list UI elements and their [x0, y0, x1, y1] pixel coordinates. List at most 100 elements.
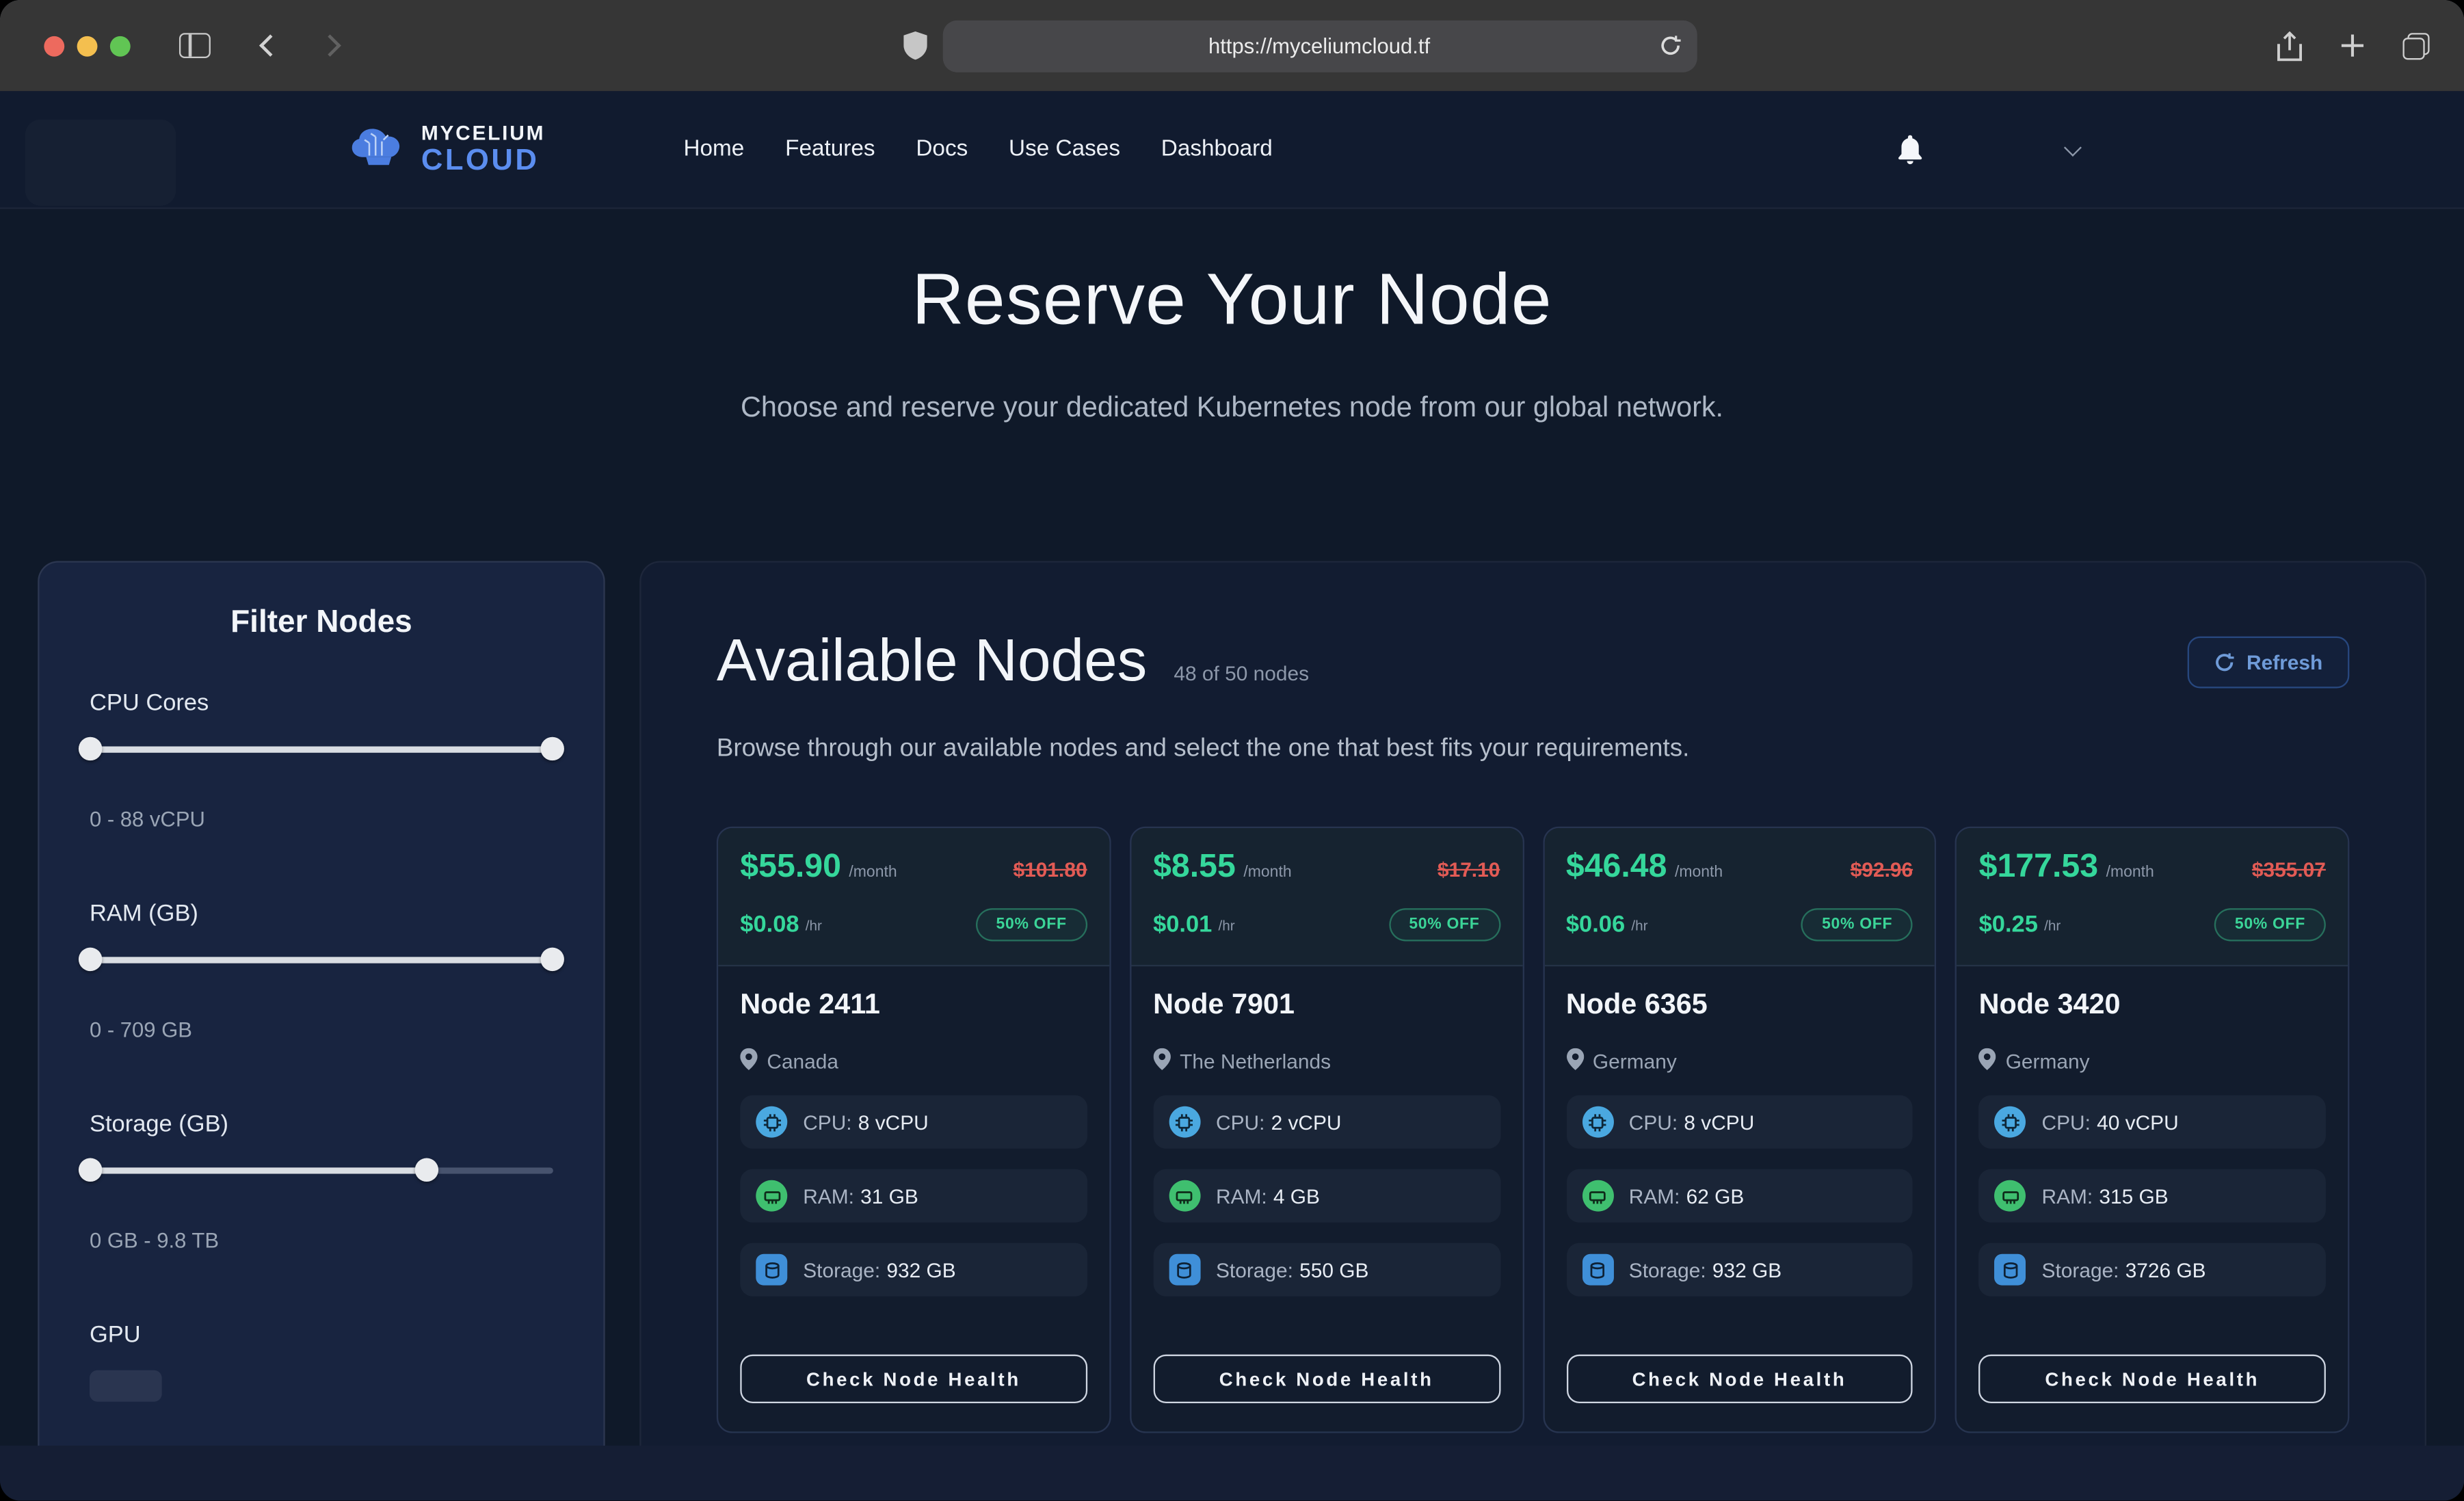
ram-value: 4 GB: [1273, 1184, 1320, 1207]
card-pricing-header: $46.48 /month $92.96 $0.06 /hr 50% OFF: [1544, 828, 1935, 966]
discount-badge: 50% OFF: [1801, 908, 1913, 941]
monthly-price: $177.53: [1979, 849, 2098, 886]
nav-link[interactable]: Home: [683, 137, 744, 162]
nav-link[interactable]: Use Cases: [1009, 137, 1120, 162]
storage-icon: [1582, 1254, 1613, 1286]
slider-track-active[interactable]: [90, 1167, 428, 1173]
check-node-health-button[interactable]: Check Node Health: [1153, 1355, 1500, 1403]
close-window-button[interactable]: [44, 36, 64, 56]
hourly-price-unit: /hr: [2044, 917, 2061, 933]
check-node-health-button[interactable]: Check Node Health: [1979, 1355, 2326, 1403]
ram-label: RAM:: [2042, 1184, 2093, 1207]
shield-icon[interactable]: [903, 31, 926, 59]
hourly-price-unit: /hr: [806, 917, 822, 933]
share-icon[interactable]: [2277, 31, 2303, 61]
sidebar-toggle-icon[interactable]: [179, 33, 211, 58]
logo[interactable]: MYCELIUM CLOUD: [350, 122, 545, 176]
location-label: The Netherlands: [1180, 1050, 1331, 1073]
range-slider[interactable]: [90, 1158, 553, 1184]
node-location: Germany: [1566, 1048, 1913, 1075]
storage-value: 932 GB: [1712, 1258, 1781, 1281]
monthly-price-unit: /month: [849, 864, 897, 881]
card-pricing-header: $8.55 /month $17.10 $0.01 /hr 50% OFF: [1131, 828, 1522, 966]
node-card[interactable]: $177.53 /month $355.07 $0.25 /hr 50% OFF: [1955, 827, 2349, 1433]
slider-handle-min[interactable]: [79, 737, 102, 760]
node-card[interactable]: $55.90 /month $101.80 $0.08 /hr 50% OFF: [717, 827, 1111, 1433]
filter-range-text: 0 - 709 GB: [90, 1018, 553, 1041]
storage-label: Storage:: [1216, 1258, 1293, 1281]
hourly-price: $0.06: [1566, 912, 1625, 938]
forward-button[interactable]: [319, 34, 341, 56]
monthly-price-unit: /month: [2106, 864, 2154, 881]
cpu-spec-text: CPU:40 vCPU: [2042, 1110, 2179, 1133]
storage-spec-row: Storage: 3726 GB: [1979, 1243, 2326, 1297]
nav-link[interactable]: Features: [785, 137, 875, 162]
hourly-row: $0.06 /hr 50% OFF: [1566, 908, 1913, 941]
ram-icon: [1582, 1180, 1613, 1212]
monthly-price: $8.55: [1153, 849, 1236, 886]
filter-label: GPU: [90, 1322, 553, 1349]
slider-handle-min[interactable]: [79, 948, 102, 971]
content: Filter Nodes CPU Cores 0 - 88 vCPU: [0, 561, 2464, 1500]
nav-link[interactable]: Docs: [916, 137, 968, 162]
notifications-bell-icon[interactable]: [1897, 134, 1924, 164]
node-name: Node 7901: [1153, 988, 1500, 1021]
node-card[interactable]: $46.48 /month $92.96 $0.06 /hr 50% OFF: [1542, 827, 1936, 1433]
range-slider[interactable]: [90, 737, 553, 762]
mycelium-cloud-logo-icon: [350, 122, 407, 176]
nodes-description: Browse through our available nodes and s…: [717, 735, 2350, 763]
gpu-toggle[interactable]: [90, 1370, 162, 1402]
reload-icon[interactable]: [1658, 35, 1680, 57]
slider-track-active[interactable]: [90, 747, 553, 752]
storage-icon: [1995, 1254, 2026, 1286]
new-tab-icon[interactable]: [2340, 33, 2366, 58]
cpu-spec-row: CPU:8 vCPU: [1566, 1095, 1913, 1149]
location-label: Germany: [1593, 1050, 1677, 1073]
check-node-health-button[interactable]: Check Node Health: [740, 1355, 1087, 1403]
monthly-price-unit: /month: [1243, 864, 1291, 881]
storage-spec-text: Storage:932 GB: [803, 1258, 955, 1281]
range-slider[interactable]: [90, 948, 553, 973]
discount-badge: 50% OFF: [976, 908, 1087, 941]
zoom-window-button[interactable]: [110, 36, 131, 56]
storage-value: 932 GB: [886, 1258, 955, 1281]
ram-icon: [1169, 1180, 1200, 1212]
available-nodes-panel: Available Nodes 48 of 50 nodes Refresh B…: [639, 561, 2426, 1500]
slider-handle-min[interactable]: [79, 1158, 102, 1182]
node-name: Node 6365: [1566, 988, 1913, 1021]
cpu-value: 40 vCPU: [2097, 1110, 2179, 1133]
hourly-price: $0.01: [1153, 912, 1212, 938]
nav-link[interactable]: Dashboard: [1161, 137, 1273, 162]
check-node-health-button[interactable]: Check Node Health: [1566, 1355, 1913, 1403]
slider-handle-max[interactable]: [415, 1158, 438, 1182]
storage-value: 3726 GB: [2125, 1258, 2206, 1281]
ram-icon: [1995, 1180, 2026, 1212]
node-card[interactable]: $8.55 /month $17.10 $0.01 /hr 50% OFF: [1130, 827, 1524, 1433]
location-pin-icon: [1979, 1048, 1996, 1075]
node-name: Node 3420: [1979, 988, 2326, 1021]
refresh-button[interactable]: Refresh: [2187, 637, 2350, 689]
cpu-value: 8 vCPU: [858, 1110, 929, 1133]
slider-track-active[interactable]: [90, 957, 553, 962]
discount-badge: 50% OFF: [2214, 908, 2326, 941]
back-button[interactable]: [259, 34, 281, 56]
chevron-down-icon[interactable]: [2064, 138, 2082, 156]
hourly-row: $0.25 /hr 50% OFF: [1979, 908, 2326, 941]
ram-value: 62 GB: [1686, 1184, 1745, 1207]
slider-handle-max[interactable]: [540, 737, 564, 760]
node-location: Canada: [740, 1048, 1087, 1075]
storage-label: Storage:: [2042, 1258, 2119, 1281]
slider-handle-max[interactable]: [540, 948, 564, 971]
storage-spec-row: Storage:932 GB: [740, 1243, 1087, 1297]
address-bar[interactable]: https://myceliumcloud.tf: [942, 20, 1697, 72]
logo-line-2: CLOUD: [421, 146, 545, 176]
cpu-label: CPU:: [803, 1110, 851, 1133]
minimize-window-button[interactable]: [77, 36, 98, 56]
window-bottom-strip: [0, 1446, 2464, 1500]
traffic-lights: [44, 36, 130, 56]
storage-spec-text: Storage:932 GB: [1629, 1258, 1781, 1281]
cpu-spec-text: CPU:2 vCPU: [1216, 1110, 1342, 1133]
location-pin-icon: [740, 1048, 757, 1075]
price-row: $46.48 /month $92.96: [1566, 849, 1913, 886]
tab-overview-icon[interactable]: [2402, 32, 2429, 59]
